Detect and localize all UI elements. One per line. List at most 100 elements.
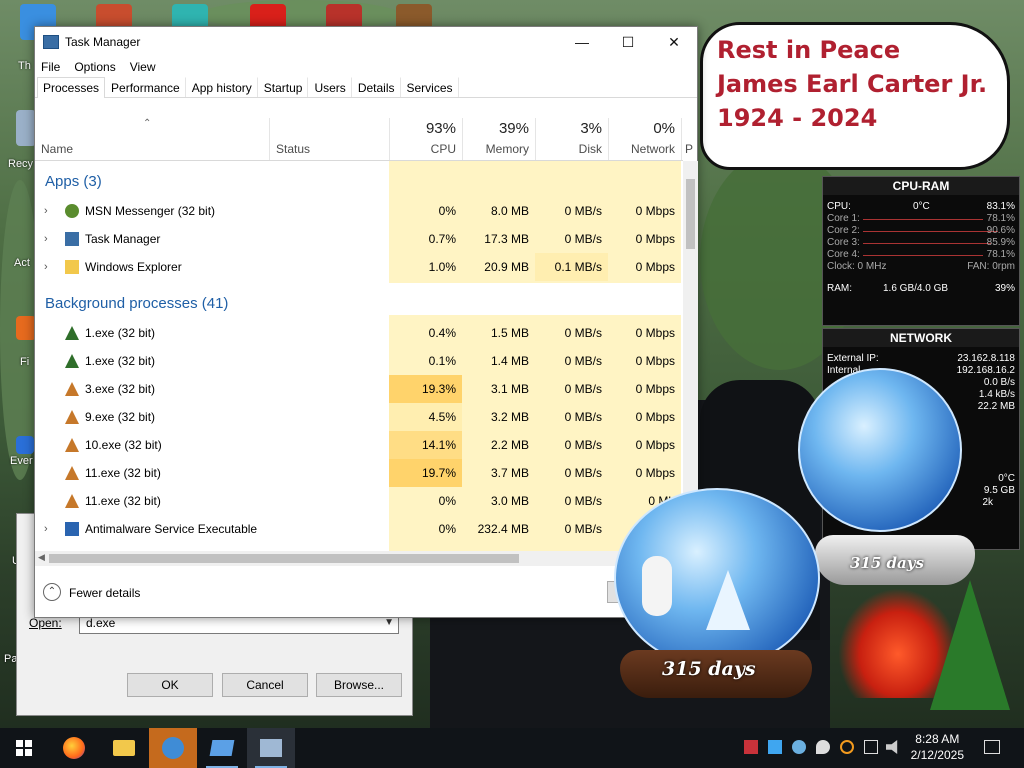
volume-muted-icon[interactable] (886, 740, 898, 754)
recycle-bin-icon[interactable] (16, 110, 36, 146)
tree-process-icon (65, 438, 79, 452)
table-row[interactable]: › Antimalware Service Executable 0% 232.… (35, 515, 683, 543)
scroll-left-icon[interactable]: ◀ (38, 552, 45, 563)
desktop-icon-app[interactable] (16, 436, 34, 454)
disk-total-pct: 3% (580, 120, 602, 137)
taskbar-file-explorer[interactable] (100, 728, 148, 768)
column-header-cpu[interactable]: 93% CPU (389, 118, 462, 160)
network-icon[interactable] (864, 740, 878, 754)
tab-app-history[interactable]: App history (186, 77, 258, 97)
taskbar-msn-messenger[interactable] (149, 728, 197, 768)
memory-cell: 3.0 MB (490, 494, 529, 508)
core-label: Core 1: (827, 213, 860, 224)
drive-k: 2k (982, 497, 993, 508)
expand-chevron-icon[interactable]: › (44, 253, 48, 281)
core-value: 85.9% (986, 237, 1015, 248)
table-row[interactable]: 1.exe (32 bit) 0.1% 1.4 MB 0 MB/s 0 Mbps (35, 347, 683, 375)
tab-details[interactable]: Details (352, 77, 401, 97)
column-header-network[interactable]: 0% Network (608, 118, 681, 160)
horizontal-scroll-thumb[interactable] (49, 554, 519, 563)
column-header-name[interactable]: ⌃ Name (35, 118, 269, 160)
start-button[interactable] (0, 728, 48, 768)
notifications-icon[interactable] (984, 740, 1000, 754)
browse-button[interactable]: Browse... (316, 673, 402, 697)
title-bar[interactable]: Task Manager — ☐ ✕ (35, 27, 697, 57)
tab-startup[interactable]: Startup (258, 77, 309, 97)
memory-column-label: Memory (485, 142, 529, 156)
column-header-power[interactable]: P (681, 118, 695, 160)
core-value: 90.6% (986, 225, 1015, 236)
table-row[interactable]: 11.exe (32 bit) 0% 3.0 MB 0 MB/s 0 Mb (35, 487, 683, 515)
tree-process-icon (65, 410, 79, 424)
fewer-details-link[interactable]: Fewer details (69, 586, 140, 600)
firefox-desktop-icon[interactable] (16, 316, 36, 340)
cancel-button[interactable]: Cancel (222, 673, 308, 697)
expand-chevron-icon[interactable]: › (44, 515, 48, 543)
close-button[interactable]: ✕ (651, 27, 697, 57)
taskbar-task-manager[interactable] (247, 728, 295, 768)
gadget-title: CPU-RAM (823, 177, 1019, 195)
vertical-scroll-thumb[interactable] (686, 179, 695, 249)
network-total-pct: 0% (653, 120, 675, 137)
table-row[interactable]: › MSN Messenger (32 bit) 0% 8.0 MB 0 MB/… (35, 197, 683, 225)
core-label: Core 4: (827, 249, 860, 260)
taskbar-clock[interactable]: 8:28 AM 2/12/2025 (911, 731, 964, 763)
table-row[interactable]: 9.exe (32 bit) 4.5% 3.2 MB 0 MB/s 0 Mbps (35, 403, 683, 431)
menu-options[interactable]: Options (74, 60, 115, 74)
tab-performance[interactable]: Performance (105, 77, 186, 97)
table-row[interactable]: 11.exe (32 bit) 19.7% 3.7 MB 0 MB/s 0 Mb… (35, 459, 683, 487)
drop-icon[interactable] (816, 740, 830, 754)
column-header-memory[interactable]: 39% Memory (462, 118, 535, 160)
maximize-button[interactable]: ☐ (605, 27, 651, 57)
bubble-line: Rest in Peace (717, 36, 901, 64)
network-column-label: Network (630, 142, 675, 156)
process-name: 9.exe (32 bit) (85, 410, 156, 424)
alert-icon[interactable] (744, 740, 758, 754)
chevron-up-icon[interactable]: ⌃ (43, 583, 61, 601)
table-row[interactable]: › Task Manager 0.7% 17.3 MB 0 MB/s 0 Mbp… (35, 225, 683, 253)
cpu-label: CPU: (827, 201, 851, 212)
process-name: 3.exe (32 bit) (85, 382, 156, 396)
fan-readout: FAN: 0rpm (967, 261, 1015, 272)
ok-button[interactable]: OK (127, 673, 213, 697)
column-header-status[interactable]: Status (269, 118, 389, 160)
cpu-cell: 0% (438, 204, 456, 218)
cpu-value: 83.1% (986, 201, 1015, 212)
memorial-speech-bubble: Rest in Peace James Earl Carter Jr. 1924… (700, 22, 1010, 170)
network-cell: 0 Mbps (635, 382, 675, 396)
search-icon[interactable] (840, 740, 854, 754)
horizontal-scrollbar[interactable]: ◀ (35, 551, 683, 566)
window-icon (209, 740, 235, 756)
snow-globe-large (798, 368, 962, 532)
taskbar-firefox[interactable] (50, 728, 98, 768)
network-cell: 0 Mbps (635, 354, 675, 368)
clock-time: 8:28 AM (915, 732, 960, 746)
tab-processes[interactable]: Processes (37, 77, 106, 98)
tab-users[interactable]: Users (308, 77, 352, 97)
cpu-column-label: CPU (430, 142, 456, 156)
expand-chevron-icon[interactable]: › (44, 225, 48, 253)
tray-app-icon[interactable] (768, 740, 782, 754)
column-name-label: Name (41, 142, 74, 156)
core-value: 78.1% (986, 213, 1015, 224)
expand-chevron-icon[interactable]: › (44, 197, 48, 225)
disk-cell: 0 MB/s (564, 232, 602, 246)
msn-tray-icon[interactable] (792, 740, 806, 754)
menu-file[interactable]: File (41, 60, 60, 74)
table-row[interactable]: › Windows Explorer 1.0% 20.9 MB 0.1 MB/s… (35, 253, 683, 281)
snow-globe-small (614, 488, 820, 668)
table-row[interactable]: 3.exe (32 bit) 19.3% 3.1 MB 0 MB/s 0 Mbp… (35, 375, 683, 403)
minimize-button[interactable]: — (559, 27, 605, 57)
process-name: 1.exe (32 bit) (85, 326, 156, 340)
taskbar-app[interactable] (198, 728, 246, 768)
days-counter: 315 days (850, 554, 924, 572)
menu-view[interactable]: View (130, 60, 156, 74)
column-header-disk[interactable]: 3% Disk (535, 118, 608, 160)
table-row[interactable]: 10.exe (32 bit) 14.1% 2.2 MB 0 MB/s 0 Mb… (35, 431, 683, 459)
tab-services[interactable]: Services (401, 77, 459, 97)
snowman-decoration (642, 556, 672, 616)
cpu-cell: 19.3% (389, 375, 462, 403)
table-row[interactable]: 1.exe (32 bit) 0.4% 1.5 MB 0 MB/s 0 Mbps (35, 319, 683, 347)
memory-cell: 1.4 MB (490, 354, 529, 368)
days-counter: 315 days (662, 658, 756, 680)
